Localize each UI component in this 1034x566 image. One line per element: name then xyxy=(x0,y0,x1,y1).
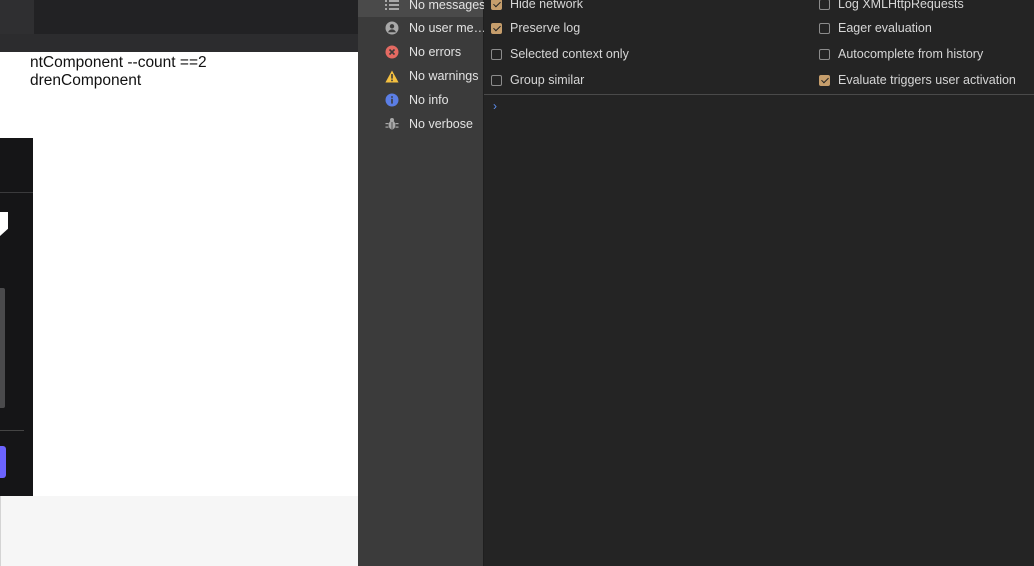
sidebar-item-label: No verbose xyxy=(409,117,473,131)
sidebar-item-user-messages[interactable]: No user me… xyxy=(358,16,487,40)
selected-context-checkbox[interactable] xyxy=(491,48,502,60)
sidebar-item-verbose[interactable]: No verbose xyxy=(358,112,483,136)
page-bottom-area xyxy=(0,496,359,566)
option-label: Preserve log xyxy=(510,21,581,35)
log-xhr-option[interactable]: Log XMLHttpRequests xyxy=(819,0,964,11)
group-similar-option[interactable]: Group similar xyxy=(491,73,584,87)
option-label: Log XMLHttpRequests xyxy=(838,0,964,11)
evaluate-triggers-checkbox[interactable] xyxy=(819,74,830,86)
console-sidebar: No messages No user me… No errors No war… xyxy=(358,0,487,566)
webpage-viewport: ntComponent --count ==2 drenComponent xyxy=(0,0,358,566)
panel-divider xyxy=(0,192,33,193)
panel-scroll-block[interactable] xyxy=(0,288,5,408)
sidebar-item-label: No info xyxy=(409,93,449,107)
console-prompt[interactable]: › xyxy=(493,99,497,113)
panel-tag-shape xyxy=(0,212,8,236)
autocomplete-history-checkbox[interactable] xyxy=(819,48,830,60)
hide-network-option[interactable]: Hide network xyxy=(491,0,583,11)
hide-network-checkbox[interactable] xyxy=(491,0,502,10)
autocomplete-history-option[interactable]: Autocomplete from history xyxy=(819,47,983,61)
eager-evaluation-option[interactable]: Eager evaluation xyxy=(819,21,932,35)
user-icon xyxy=(385,21,399,35)
info-icon xyxy=(385,93,399,107)
sidebar-item-info[interactable]: No info xyxy=(358,88,483,112)
console-output[interactable]: › xyxy=(484,95,1034,566)
option-label: Hide network xyxy=(510,0,583,11)
sidebar-item-messages[interactable]: No messages xyxy=(358,0,486,17)
log-xhr-checkbox[interactable] xyxy=(819,0,830,10)
preserve-log-checkbox[interactable] xyxy=(491,22,502,34)
sidebar-item-label: No warnings xyxy=(409,69,479,83)
overlay-side-panel xyxy=(0,138,33,496)
sidebar-item-errors[interactable]: No errors xyxy=(358,40,483,64)
page-text-line: drenComponent xyxy=(30,72,142,89)
eager-evaluation-checkbox[interactable] xyxy=(819,22,830,34)
group-similar-checkbox[interactable] xyxy=(491,74,502,86)
header-strip xyxy=(0,34,358,52)
sidebar-item-label: No messages xyxy=(409,0,486,12)
console-settings-pane: Hide network Preserve log Selected conte… xyxy=(484,0,1034,95)
evaluate-triggers-option[interactable]: Evaluate triggers user activation xyxy=(819,73,1016,87)
sidebar-item-label: No errors xyxy=(409,45,462,59)
sidebar-item-label: No user me… xyxy=(409,21,487,35)
preserve-log-option[interactable]: Preserve log xyxy=(491,21,580,35)
list-icon xyxy=(385,0,399,12)
error-icon xyxy=(385,45,399,59)
panel-action-button[interactable] xyxy=(0,446,6,478)
option-label: Autocomplete from history xyxy=(838,47,984,61)
header-notch xyxy=(0,0,34,34)
page-header-bar xyxy=(0,0,358,52)
selected-context-option[interactable]: Selected context only xyxy=(491,47,629,61)
sidebar-item-warnings[interactable]: No warnings xyxy=(358,64,483,88)
option-label: Eager evaluation xyxy=(838,21,932,35)
panel-separator xyxy=(0,430,24,431)
option-label: Group similar xyxy=(510,73,585,87)
bug-icon xyxy=(385,117,399,131)
warning-icon xyxy=(385,69,399,83)
page-text-line: ntComponent --count ==2 xyxy=(30,54,207,71)
option-label: Evaluate triggers user activation xyxy=(838,73,1016,87)
option-label: Selected context only xyxy=(510,47,629,61)
